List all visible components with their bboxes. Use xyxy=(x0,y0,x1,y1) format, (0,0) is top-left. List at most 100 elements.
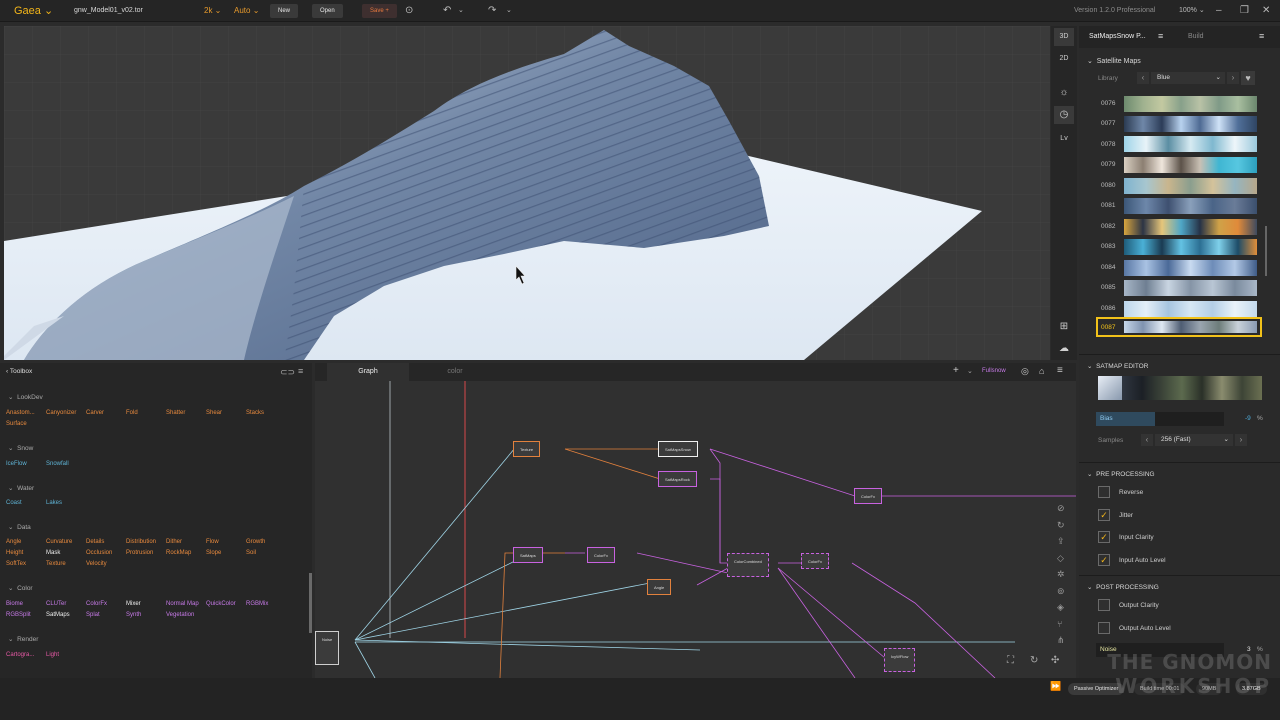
graph-node[interactable]: SatMapsSnow xyxy=(658,441,698,457)
build-mode-dropdown[interactable]: Auto ⌄ xyxy=(234,0,259,22)
samples-dropdown[interactable]: 256 (Fast) ⌄ xyxy=(1155,434,1233,446)
swatch[interactable] xyxy=(1124,116,1257,132)
graph-node[interactable]: Angle xyxy=(647,579,672,595)
next-library-icon[interactable]: › xyxy=(1227,72,1239,84)
input-auto-level-checkbox[interactable]: ✓ xyxy=(1098,554,1110,566)
output-auto-level-checkbox[interactable] xyxy=(1098,622,1110,634)
tool-item[interactable]: Fold xyxy=(126,410,138,416)
timer-icon[interactable]: ◷ xyxy=(1054,106,1074,124)
tool-item[interactable]: Soil xyxy=(246,550,256,556)
graph-node[interactable]: IcyWFlow xyxy=(884,648,916,672)
graph-node[interactable]: ColorFx xyxy=(587,547,616,563)
tool-item[interactable]: CLUTer xyxy=(46,601,66,607)
section-satmap-editor[interactable]: ⌄ SATMAP EDITOR xyxy=(1087,362,1148,370)
graph-node[interactable]: ColorCombined xyxy=(727,553,769,577)
swatch[interactable] xyxy=(1124,239,1257,255)
redo-icon[interactable]: ↷ xyxy=(488,0,496,22)
view-2d-button[interactable]: 2D xyxy=(1054,50,1074,68)
cloud-icon[interactable]: ☁ xyxy=(1054,340,1074,358)
swatch-scrollbar[interactable] xyxy=(1265,226,1267,276)
level-button[interactable]: Lv xyxy=(1054,130,1074,148)
refresh-icon[interactable]: ↻ xyxy=(1030,655,1038,666)
sun-icon[interactable]: ☼ xyxy=(1054,84,1074,102)
reverse-checkbox[interactable] xyxy=(1098,486,1110,498)
tool-item[interactable]: Canyonizer xyxy=(46,410,76,416)
swatch[interactable] xyxy=(1124,280,1257,296)
tool-item[interactable]: IceFlow xyxy=(6,461,27,467)
prev-library-icon[interactable]: ‹ xyxy=(1137,72,1149,84)
tool-item[interactable]: Dither xyxy=(166,539,182,545)
tool-item[interactable]: Cartogra... xyxy=(6,652,34,658)
app-logo-menu[interactable]: Gaea ⌄ xyxy=(14,0,53,22)
branch-icon[interactable]: ⑂ xyxy=(1057,616,1065,633)
tool-item[interactable]: Shear xyxy=(206,410,222,416)
tab-build[interactable]: Build xyxy=(1188,33,1204,40)
tool-item[interactable]: Angle xyxy=(6,539,21,545)
tool-item[interactable]: Stacks xyxy=(246,410,264,416)
tool-item[interactable]: RGBMix xyxy=(246,601,268,607)
graph-node[interactable]: Noise xyxy=(315,631,340,665)
layout-icon[interactable]: ✣ xyxy=(1051,655,1059,666)
tool-item[interactable]: Splat xyxy=(86,612,100,618)
favorite-icon[interactable]: ♥ xyxy=(1241,71,1255,85)
graph-node[interactable]: SatMapsRock xyxy=(658,471,697,487)
section-post-processing[interactable]: ⌄ POST PROCESSING xyxy=(1087,583,1159,591)
3d-viewport[interactable] xyxy=(4,26,1050,360)
swatch[interactable] xyxy=(1124,260,1257,276)
swatch[interactable] xyxy=(1124,301,1257,317)
section-satellite-maps[interactable]: ⌄ Satellite Maps xyxy=(1087,57,1141,65)
save-button[interactable]: Save + xyxy=(362,4,397,18)
graph-node[interactable]: Texture xyxy=(513,441,541,457)
toolbox-scrollbar[interactable] xyxy=(309,573,312,633)
sync-icon[interactable]: ↻ xyxy=(1057,517,1065,534)
disable-icon[interactable]: ⊘ xyxy=(1057,500,1065,517)
menu-icon[interactable]: ≡ xyxy=(298,366,303,376)
settings-icon[interactable]: ✲ xyxy=(1057,566,1065,583)
swatch[interactable] xyxy=(1124,178,1257,194)
tool-item[interactable]: RGBSplit xyxy=(6,612,31,618)
new-button[interactable]: New xyxy=(270,4,299,18)
tool-item[interactable]: Vegetation xyxy=(166,612,194,618)
category-lookdev[interactable]: ⌄ LookDev xyxy=(8,393,43,401)
category-snow[interactable]: ⌄ Snow xyxy=(8,444,33,452)
tool-item[interactable]: Slope xyxy=(206,550,221,556)
tool-item[interactable]: Synth xyxy=(126,612,141,618)
grid-view-icon[interactable]: ⊞ xyxy=(1054,318,1074,336)
redo-dropdown-icon[interactable]: ⌄ xyxy=(506,0,512,22)
swatch[interactable] xyxy=(1124,157,1257,173)
maximize-icon[interactable]: ❐ xyxy=(1240,0,1249,22)
tool-item[interactable]: QuickColor xyxy=(206,601,236,607)
swatch[interactable] xyxy=(1124,219,1257,235)
tool-item[interactable]: Surface xyxy=(6,421,27,427)
tool-item[interactable]: Coast xyxy=(6,500,22,506)
tool-item[interactable]: Mask xyxy=(46,550,60,556)
tool-item[interactable]: Normal Map xyxy=(166,601,199,607)
toggle-icon[interactable]: ⊂⊃ xyxy=(280,367,295,378)
export-icon[interactable]: ⇪ xyxy=(1057,533,1065,550)
tool-item[interactable]: Texture xyxy=(46,561,66,567)
tool-item[interactable]: Mixer xyxy=(126,601,141,607)
open-button[interactable]: Open xyxy=(312,4,343,18)
close-icon[interactable]: ✕ xyxy=(1262,0,1270,22)
tool-item[interactable]: Light xyxy=(46,652,59,658)
tool-item[interactable]: Velocity xyxy=(86,561,107,567)
tool-item[interactable]: Anastom... xyxy=(6,410,35,416)
tool-item[interactable]: Carver xyxy=(86,410,104,416)
graph-node[interactable]: ColorFx xyxy=(801,553,830,569)
tool-item[interactable]: Height xyxy=(6,550,23,556)
category-color[interactable]: ⌄ Color xyxy=(8,584,33,592)
tool-item[interactable]: SatMaps xyxy=(46,612,70,618)
tool-item[interactable]: SoftTex xyxy=(6,561,26,567)
tool-item[interactable]: Shatter xyxy=(166,410,185,416)
category-data[interactable]: ⌄ Data xyxy=(8,523,31,531)
zoom-dropdown[interactable]: 100% ⌄ xyxy=(1179,0,1205,22)
tool-item[interactable]: Protrusion xyxy=(126,550,153,556)
swatch[interactable] xyxy=(1124,136,1257,152)
minimize-icon[interactable]: – xyxy=(1216,0,1222,22)
tag-icon[interactable]: ◈ xyxy=(1057,599,1065,616)
share-icon[interactable]: ⋔ xyxy=(1057,632,1065,649)
graph-node[interactable]: ColorFx xyxy=(854,488,883,504)
link-icon[interactable]: ⊚ xyxy=(1057,583,1065,600)
swatch[interactable] xyxy=(1124,96,1257,112)
tool-item[interactable]: ColorFx xyxy=(86,601,107,607)
